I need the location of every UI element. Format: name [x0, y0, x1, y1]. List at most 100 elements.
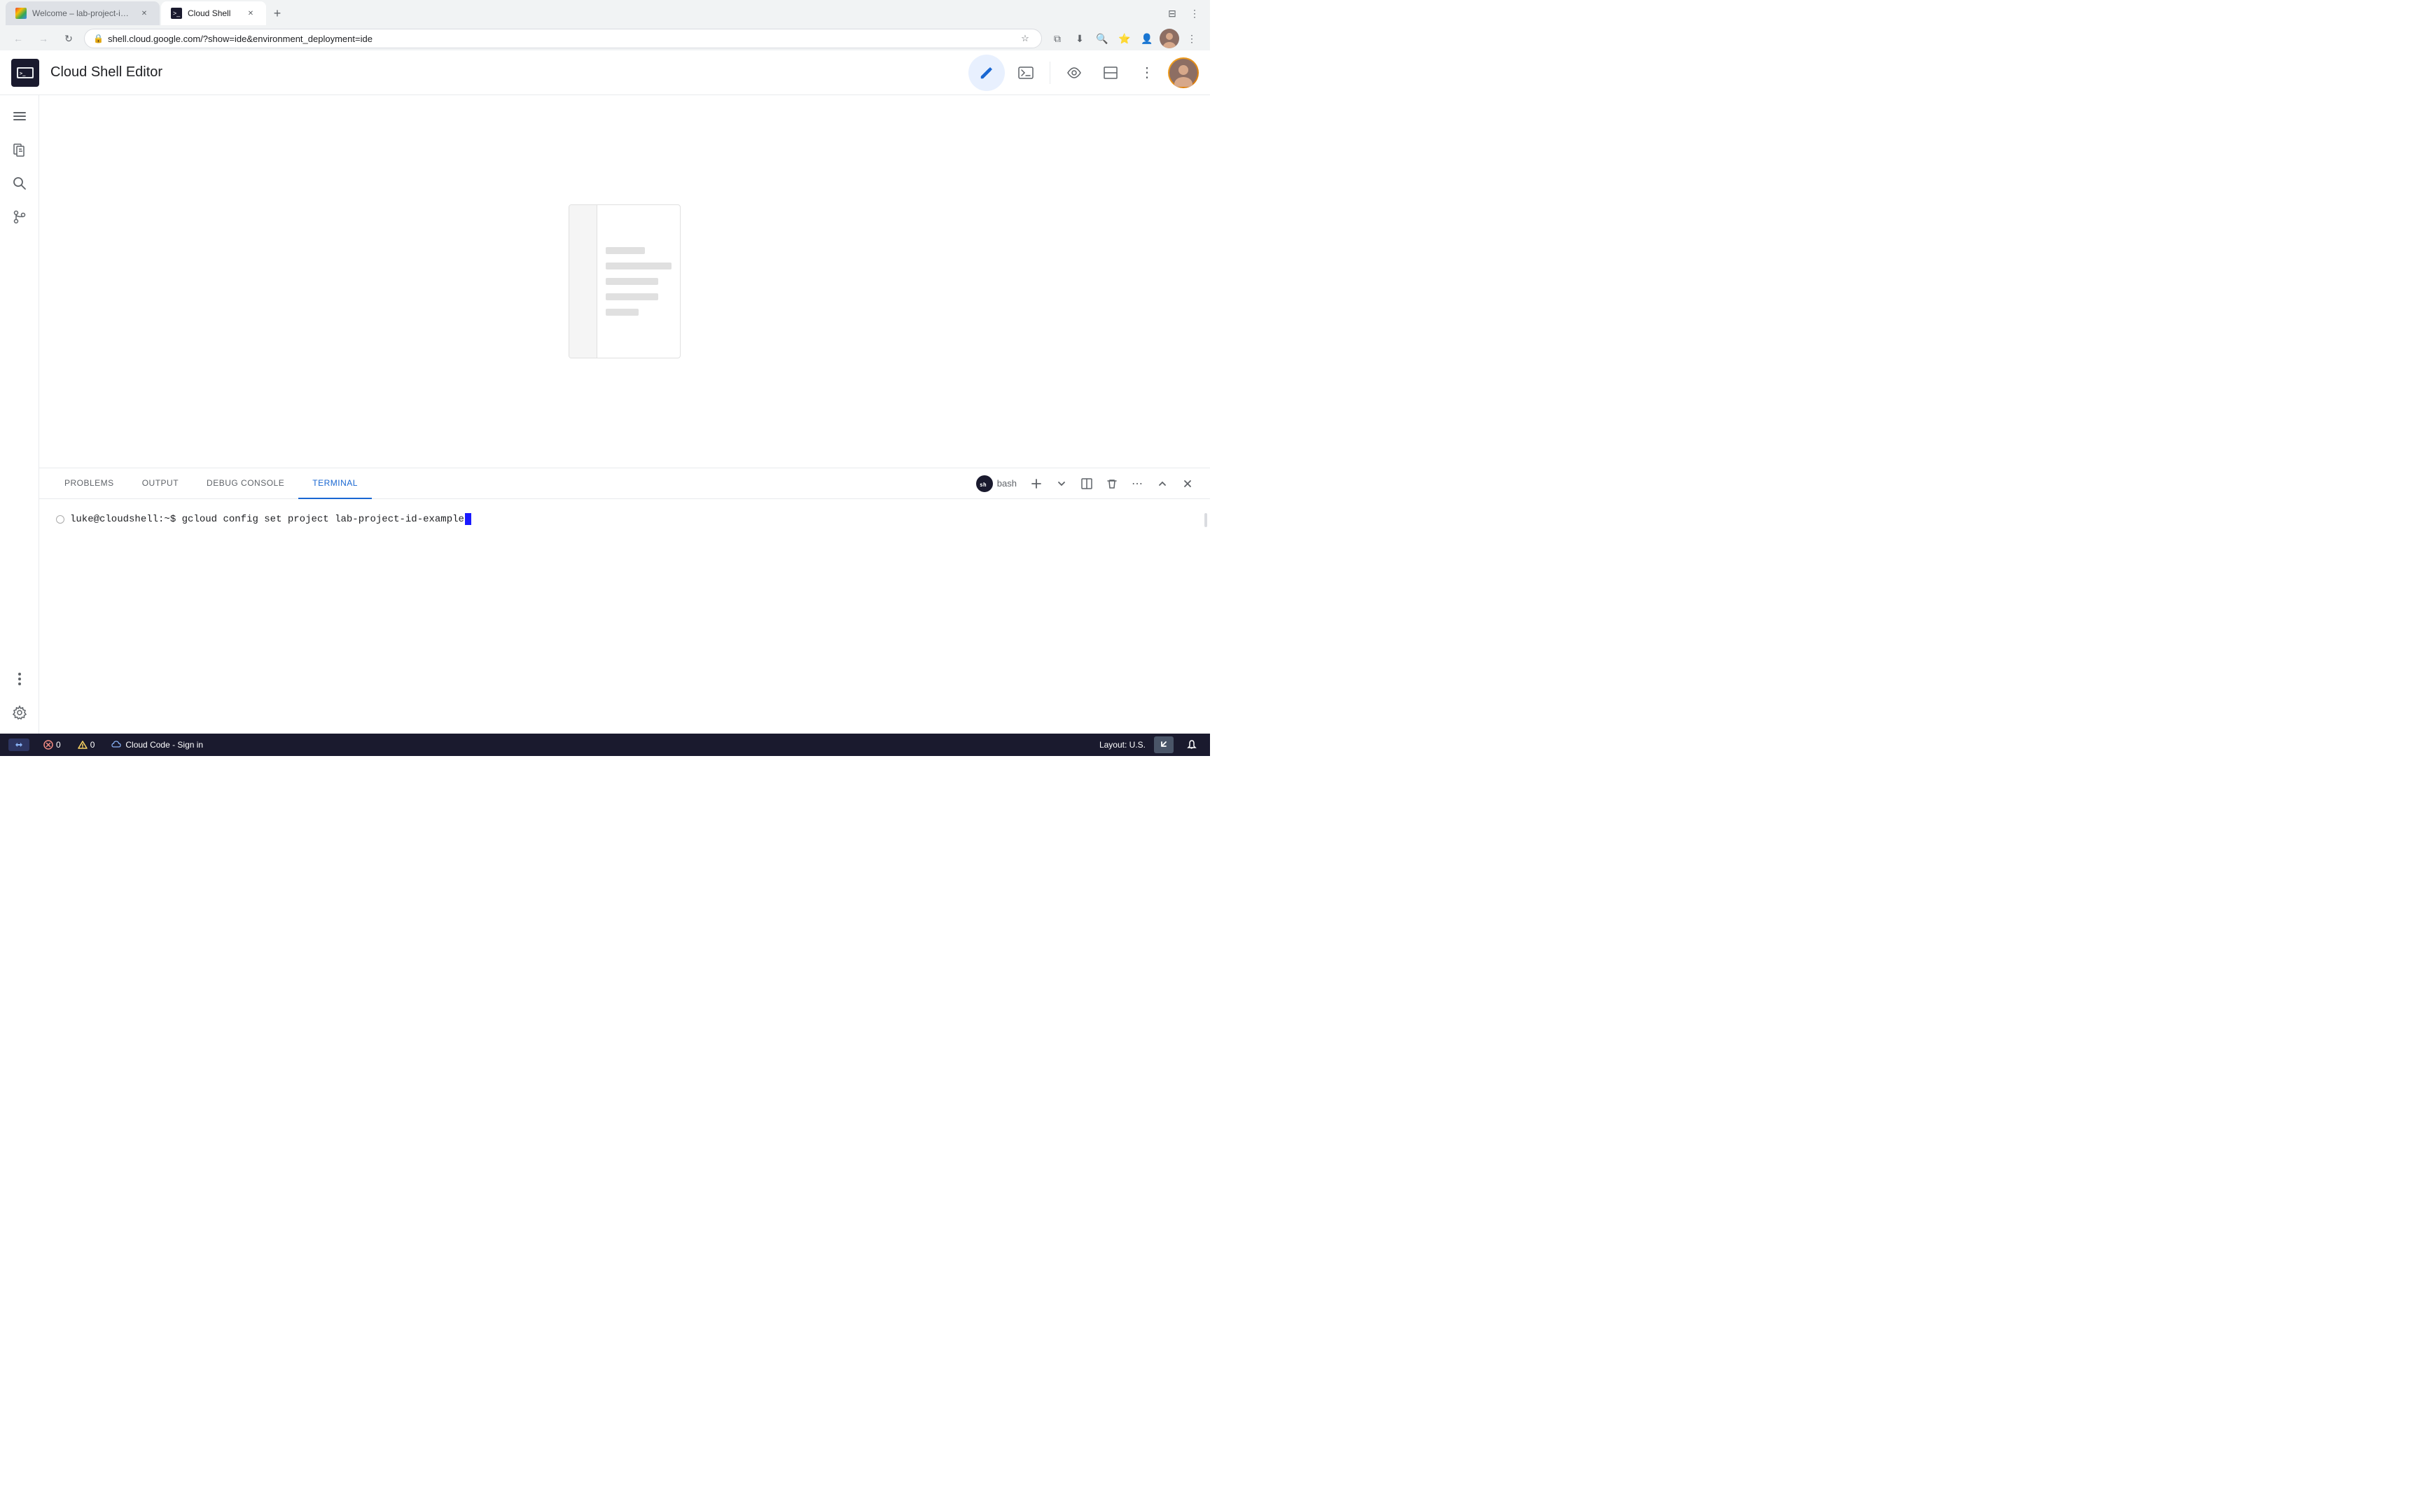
preview-icon — [1066, 64, 1083, 81]
bash-label: bash — [997, 478, 1017, 489]
errors-status[interactable]: 0 — [41, 738, 64, 751]
tab-problems-label: PROBLEMS — [64, 478, 114, 488]
hamburger-menu-icon — [12, 108, 27, 124]
main-content: PROBLEMS OUTPUT DEBUG CONSOLE TERMINAL — [0, 95, 1210, 734]
files-icon — [12, 142, 27, 158]
browser-more-button[interactable]: ⋮ — [1182, 29, 1202, 48]
terminal-prompt-text: luke@cloudshell:~$ gcloud config set pro… — [70, 513, 471, 525]
split-terminal-icon — [1080, 477, 1093, 490]
header-actions: ⋮ — [968, 55, 1199, 91]
add-terminal-icon — [1030, 477, 1043, 490]
back-button[interactable]: ← — [8, 29, 28, 48]
tab-close-cloudshell[interactable]: ✕ — [245, 8, 256, 19]
close-icon — [1183, 479, 1192, 489]
user-profile-button[interactable] — [1160, 29, 1179, 48]
placeholder-line-1 — [606, 247, 645, 254]
delete-terminal-button[interactable] — [1101, 472, 1123, 495]
reload-button[interactable]: ↻ — [59, 29, 78, 48]
collapse-panel-button[interactable] — [1151, 472, 1174, 495]
url-text: shell.cloud.google.com/?show=ide&environ… — [108, 34, 1013, 44]
pencil-icon — [979, 65, 994, 80]
cloud-code-icon — [111, 739, 123, 750]
editor-placeholder — [569, 204, 681, 358]
close-panel-button[interactable] — [1176, 472, 1199, 495]
trash-icon — [1106, 477, 1118, 490]
split-terminal-button[interactable] — [1076, 472, 1098, 495]
placeholder-line-5 — [606, 309, 639, 316]
sidebar-item-files[interactable] — [4, 134, 35, 165]
profile-avatar-icon — [1160, 29, 1179, 48]
favorites-button[interactable]: ⭐ — [1115, 29, 1134, 48]
terminal-scrollbar[interactable] — [1204, 499, 1209, 734]
download-button[interactable]: ⬇ — [1070, 29, 1090, 48]
add-terminal-button[interactable] — [1025, 472, 1048, 495]
terminal-scrollbar-thumb — [1204, 513, 1207, 527]
edit-mode-button[interactable] — [968, 55, 1005, 91]
sidebar-item-more[interactable] — [4, 664, 35, 694]
status-bar: 0 0 Cloud Code - Sign in Layout: U.S. — [0, 734, 1210, 756]
sidebar-item-menu[interactable] — [4, 101, 35, 132]
warnings-status[interactable]: 0 — [75, 738, 98, 751]
collapse-icon — [1157, 479, 1167, 489]
browser-menu-button[interactable]: ⋮ — [1185, 4, 1204, 23]
profiles-button[interactable]: 👤 — [1137, 29, 1157, 48]
url-bar-icons: ☆ — [1017, 31, 1033, 46]
app-layout: >_ Cloud Shell Editor — [0, 50, 1210, 756]
tab-output[interactable]: OUTPUT — [128, 468, 193, 499]
terminal-command: gcloud config set project lab-project-id… — [176, 514, 464, 525]
tab-debug-label: DEBUG CONSOLE — [207, 478, 284, 488]
svg-text:sh: sh — [980, 482, 987, 488]
more-options-button[interactable]: ⋮ — [1132, 57, 1162, 88]
lock-icon: 🔒 — [93, 34, 104, 43]
layout-button[interactable] — [1095, 57, 1126, 88]
terminal-user: luke@cloudshell — [70, 514, 158, 525]
zoom-button[interactable]: 🔍 — [1092, 29, 1112, 48]
tab-terminal[interactable]: TERMINAL — [298, 468, 372, 499]
chevron-down-button[interactable] — [1050, 472, 1073, 495]
errors-count: 0 — [56, 740, 61, 750]
address-bar: ← → ↻ 🔒 shell.cloud.google.com/?show=ide… — [0, 27, 1210, 50]
tab-problems[interactable]: PROBLEMS — [50, 468, 128, 499]
tab-close-welcome[interactable]: ✕ — [139, 8, 150, 19]
bash-shell-button[interactable]: sh bash — [971, 472, 1022, 495]
more-terminal-button[interactable]: ⋯ — [1126, 472, 1148, 495]
terminal-icon — [1017, 64, 1034, 81]
tab-end-controls: ⊟ ⋮ — [1162, 4, 1204, 23]
bash-icon: sh — [976, 475, 993, 492]
layout-status[interactable]: Layout: U.S. — [1099, 740, 1146, 750]
tab-bar: Welcome – lab-project-id-ex... ✕ >_ Clou… — [0, 0, 1210, 27]
tab-favicon-cloudshell: >_ — [171, 8, 182, 19]
user-avatar[interactable] — [1168, 57, 1199, 88]
tab-welcome[interactable]: Welcome – lab-project-id-ex... ✕ — [6, 1, 160, 25]
sidebar-item-settings[interactable] — [4, 697, 35, 728]
bookmark-icon[interactable]: ☆ — [1017, 31, 1033, 46]
app-logo: >_ — [11, 59, 39, 87]
sidebar-item-git[interactable] — [4, 202, 35, 232]
cloud-code-status[interactable]: Cloud Code - Sign in — [109, 738, 206, 752]
tab-cloudshell[interactable]: >_ Cloud Shell ✕ — [161, 1, 266, 25]
cloud-code-label: Cloud Code - Sign in — [125, 740, 203, 750]
status-right: Layout: U.S. — [1099, 736, 1202, 753]
tab-debug-console[interactable]: DEBUG CONSOLE — [193, 468, 298, 499]
forward-button[interactable]: → — [34, 29, 53, 48]
chevron-down-icon — [1057, 479, 1066, 489]
terminal-body[interactable]: luke@cloudshell:~$ gcloud config set pro… — [39, 499, 1210, 734]
terminal-status-circle — [56, 515, 64, 524]
tab-label-welcome: Welcome – lab-project-id-ex... — [32, 8, 133, 18]
error-icon — [43, 740, 53, 750]
git-icon — [12, 209, 27, 225]
tab-search-button[interactable]: ⊟ — [1162, 4, 1182, 23]
tab-output-label: OUTPUT — [142, 478, 179, 488]
sidebar-item-search[interactable] — [4, 168, 35, 199]
remote-status-button[interactable] — [8, 738, 29, 751]
new-tab-button[interactable]: + — [267, 4, 287, 23]
warning-icon — [78, 740, 88, 750]
notification-bell-button[interactable] — [1182, 736, 1202, 753]
editor-gutter — [569, 205, 597, 358]
url-bar[interactable]: 🔒 shell.cloud.google.com/?show=ide&envir… — [84, 29, 1042, 48]
status-arrow-button[interactable] — [1154, 736, 1174, 753]
extensions-button[interactable]: ⧉ — [1048, 29, 1067, 48]
preview-button[interactable] — [1059, 57, 1090, 88]
terminal-cursor — [465, 513, 471, 525]
terminal-mode-button[interactable] — [1010, 57, 1041, 88]
